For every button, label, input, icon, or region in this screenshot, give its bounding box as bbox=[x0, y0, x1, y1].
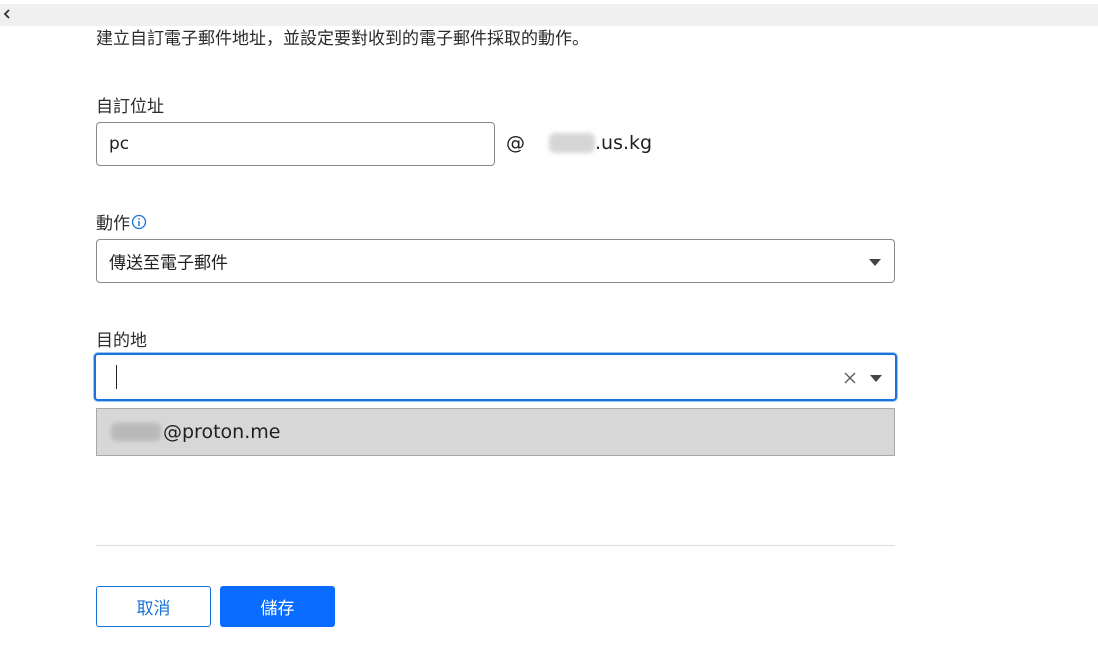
chevron-left-icon[interactable] bbox=[0, 6, 14, 22]
action-select[interactable]: 傳送至電子郵件 bbox=[96, 239, 895, 283]
option-email: @proton.me bbox=[111, 421, 280, 443]
custom-address-label: 自訂位址 bbox=[96, 97, 164, 117]
top-bar bbox=[0, 4, 1098, 26]
chevron-down-icon bbox=[869, 259, 881, 266]
redacted-username bbox=[111, 423, 161, 441]
clear-icon[interactable] bbox=[843, 370, 857, 384]
info-icon[interactable] bbox=[131, 214, 147, 230]
action-selected-value: 傳送至電子郵件 bbox=[109, 253, 228, 274]
chevron-down-icon[interactable] bbox=[870, 375, 882, 382]
action-label: 動作 bbox=[96, 214, 130, 234]
option-email-suffix: @proton.me bbox=[163, 421, 281, 443]
custom-address-input[interactable]: pc bbox=[96, 122, 495, 166]
divider bbox=[96, 545, 895, 546]
at-symbol: @ bbox=[506, 132, 525, 154]
destination-option[interactable]: @proton.me bbox=[96, 408, 895, 456]
destination-label: 目的地 bbox=[96, 331, 147, 351]
redacted-domain bbox=[549, 133, 595, 153]
cancel-button[interactable]: 取消 bbox=[96, 586, 211, 627]
intro-text: 建立自訂電子郵件地址，並設定要對收到的電子郵件採取的動作。 bbox=[96, 29, 589, 49]
address-domain: @ .us.kg bbox=[506, 132, 652, 154]
action-label-row: 動作 bbox=[96, 209, 147, 234]
domain-suffix: .us.kg bbox=[595, 132, 653, 154]
custom-address-value: pc bbox=[109, 134, 130, 154]
destination-combobox[interactable] bbox=[94, 353, 897, 401]
text-cursor bbox=[116, 365, 117, 389]
save-button[interactable]: 儲存 bbox=[220, 586, 335, 627]
